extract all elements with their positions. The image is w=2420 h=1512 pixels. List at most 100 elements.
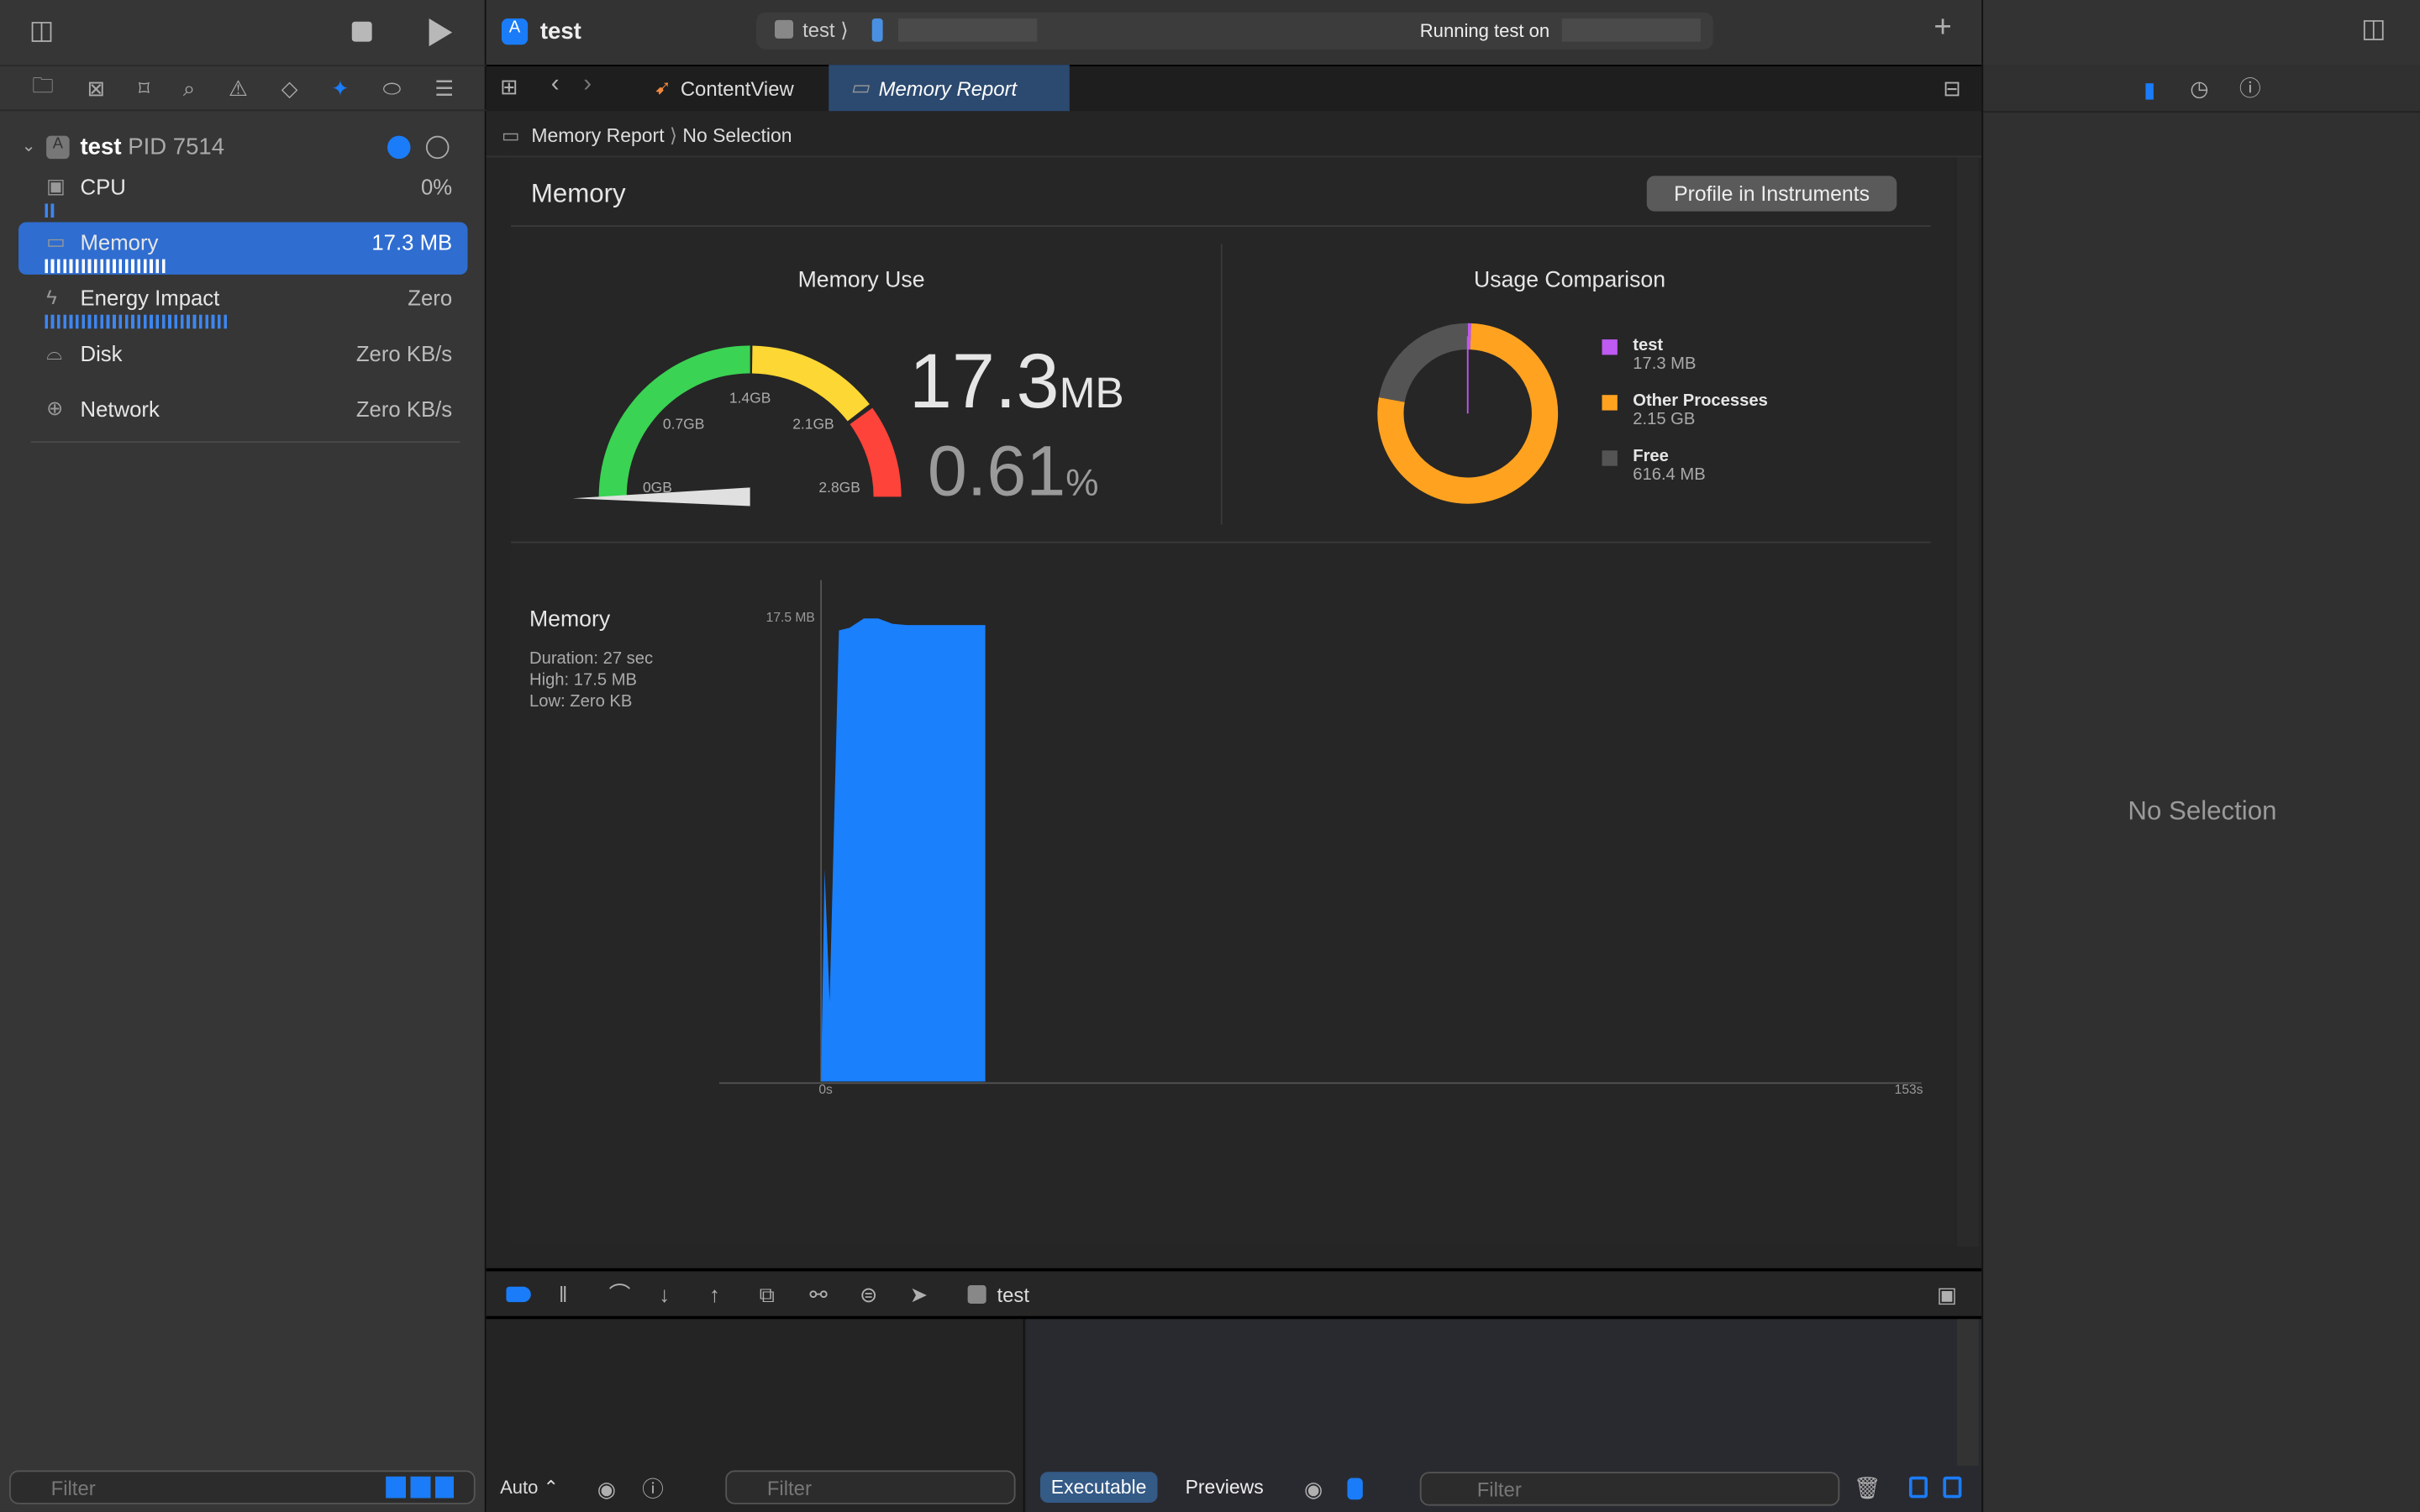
gauge-label: 2.1GB: [792, 416, 834, 433]
profile-in-instruments-button[interactable]: Profile in Instruments: [1646, 176, 1897, 212]
breadcrumb-item[interactable]: Memory Report: [531, 125, 664, 147]
project-title: test: [539, 18, 581, 45]
step-out-icon[interactable]: ↑: [709, 1282, 720, 1306]
tab-memory-report[interactable]: ▭ Memory Report: [829, 65, 1070, 112]
grid-icon[interactable]: ⊞: [500, 74, 518, 98]
breakpoint-icon[interactable]: ⬭: [383, 75, 402, 101]
pause-icon[interactable]: ‖: [559, 1282, 568, 1306]
globe-icon: ⊕: [46, 396, 64, 420]
item-value: Zero: [408, 285, 453, 311]
item-label: Network: [80, 396, 160, 422]
folder-icon[interactable]: 🗀: [32, 70, 54, 107]
x-tick-label: 153s: [1895, 1083, 1923, 1097]
divider: [1983, 111, 2420, 113]
breadcrumb: ▭ Memory Report ⟩ No Selection: [486, 111, 1982, 158]
filter-options-icon[interactable]: [386, 1476, 454, 1499]
scrollbar[interactable]: [1956, 1319, 1979, 1466]
item-label: CPU: [80, 174, 126, 199]
stop-button[interactable]: [351, 21, 372, 42]
console-filter-input[interactable]: Filter: [1419, 1472, 1840, 1506]
tab-contentview[interactable]: ➹ ContentView: [633, 65, 815, 111]
process-name: test: [80, 134, 122, 161]
disclosure-chevron-icon[interactable]: ⌄: [22, 136, 36, 155]
scrollbar[interactable]: [1956, 157, 1979, 1247]
memory-value: 17.3MB: [909, 336, 1124, 426]
warning-icon[interactable]: ⚠: [229, 75, 248, 101]
console-options-icon[interactable]: [1347, 1478, 1363, 1500]
view-hierarchy-icon[interactable]: ⧉: [760, 1282, 775, 1306]
process-row[interactable]: test PID 7514: [81, 134, 225, 160]
add-editor-icon[interactable]: ⊟: [1943, 76, 1961, 100]
inspector-toggle-icon[interactable]: ◫: [2361, 15, 2386, 41]
file-inspector-icon[interactable]: ▮: [2144, 77, 2155, 103]
source-control-icon[interactable]: ⊠: [87, 75, 106, 101]
device-name-redacted: [1561, 18, 1702, 42]
gauge-label: 0GB: [643, 479, 672, 496]
item-label: Disk: [80, 340, 123, 366]
gauge-label: 1.4GB: [729, 389, 771, 406]
navigator-item-network[interactable]: ⊕ Network Zero KB/s: [18, 389, 467, 441]
trash-icon[interactable]: 🗑: [1854, 1475, 1881, 1499]
activity-view[interactable]: test ⟩ Running test on: [755, 12, 1713, 50]
debug-icon[interactable]: ✦: [331, 75, 350, 101]
plus-icon[interactable]: +: [1933, 13, 1951, 44]
info-icon[interactable]: ⓘ: [642, 1477, 664, 1501]
gauge-label: 0.7GB: [663, 416, 704, 433]
threads-icon[interactable]: [425, 135, 450, 160]
eye-icon[interactable]: ◉: [1304, 1477, 1323, 1501]
report-icon[interactable]: ☰: [434, 75, 454, 101]
legend-item: Free 616.4 MB: [1602, 447, 1706, 485]
scheme-selector[interactable]: test ⟩: [802, 18, 848, 43]
bookmark-icon[interactable]: ⌑: [139, 75, 150, 101]
variables-view: Auto ⌃ ◉ ⓘ Filter: [486, 1319, 1025, 1512]
navigator-item-cpu[interactable]: ▣ CPU 0%: [18, 166, 467, 218]
device-icon[interactable]: [871, 18, 883, 42]
memory-graph-icon[interactable]: ⚯: [809, 1282, 828, 1306]
console-view: Executable Previews ◉ Filter 🗑: [1026, 1319, 1982, 1512]
sparkline: [45, 259, 166, 274]
x-tick-label: 0s: [818, 1083, 833, 1097]
back-chevron-icon[interactable]: ‹: [551, 71, 560, 97]
legend-swatch: [1602, 339, 1618, 355]
swift-icon: ➹: [654, 75, 671, 99]
debug-bar: ‖ ⌒ ↓ ↑ ⧉ ⚯ ⊜ ➤ test ▣: [486, 1268, 1982, 1320]
show-console-icon[interactable]: [1943, 1476, 1962, 1499]
executable-tab[interactable]: Executable: [1039, 1472, 1158, 1503]
filter-placeholder: Filter: [1476, 1478, 1522, 1502]
hide-console-icon[interactable]: ▣: [1937, 1282, 1957, 1306]
process-name: test: [997, 1284, 1030, 1307]
forward-chevron-icon[interactable]: ›: [583, 71, 592, 97]
eye-icon[interactable]: ◉: [597, 1477, 616, 1501]
navigator: ◫ 🗀 ⊠ ⌑ ⌕ ⚠ ◇ ✦ ⬭ ☰ ⌄ A test PID 7514 ▣ CPU 0% ▭ Mem…: [0, 0, 487, 1512]
divider: [510, 225, 1931, 227]
navigator-item-memory[interactable]: ▭ Memory 17.3 MB: [18, 222, 468, 275]
history-icon[interactable]: ◷: [2190, 76, 2208, 100]
navigator-item-disk[interactable]: ⌓ Disk Zero KB/s: [18, 333, 467, 386]
legend-value: 2.15 GB: [1633, 410, 1696, 429]
environment-icon[interactable]: ⊜: [860, 1282, 878, 1306]
previews-tab[interactable]: Previews: [1186, 1477, 1264, 1499]
device-name-redacted: [897, 18, 1038, 42]
test-icon[interactable]: ◇: [281, 75, 298, 101]
run-status: Running test on: [1419, 19, 1550, 42]
show-variables-icon[interactable]: [1908, 1476, 1928, 1499]
step-over-icon[interactable]: ⌒: [609, 1282, 631, 1306]
percent-unit: %: [1065, 463, 1099, 505]
navigator-item-energy-impact[interactable]: ϟ Energy Impact Zero: [18, 278, 467, 330]
sidebar-toggle-icon[interactable]: ◫: [29, 17, 55, 43]
no-selection-label: No Selection: [2128, 795, 2277, 826]
debug-gauge-icon[interactable]: [387, 135, 411, 160]
breakpoints-icon[interactable]: [506, 1286, 531, 1303]
step-into-icon[interactable]: ↓: [659, 1282, 670, 1306]
cpu-icon: ▣: [46, 174, 66, 198]
legend-name: Free: [1633, 447, 1669, 466]
scope-selector[interactable]: Auto ⌃: [500, 1477, 559, 1499]
memory-icon: ▭: [850, 75, 870, 99]
legend-item: Other Processes 2.15 GB: [1602, 392, 1768, 429]
breadcrumb-item[interactable]: No Selection: [682, 125, 792, 147]
variables-filter-input[interactable]: Filter: [725, 1470, 1016, 1504]
run-button[interactable]: [429, 18, 453, 47]
search-icon[interactable]: ⌕: [183, 75, 195, 101]
location-icon[interactable]: ➤: [910, 1282, 929, 1306]
help-icon[interactable]: ⓘ: [2239, 76, 2261, 100]
